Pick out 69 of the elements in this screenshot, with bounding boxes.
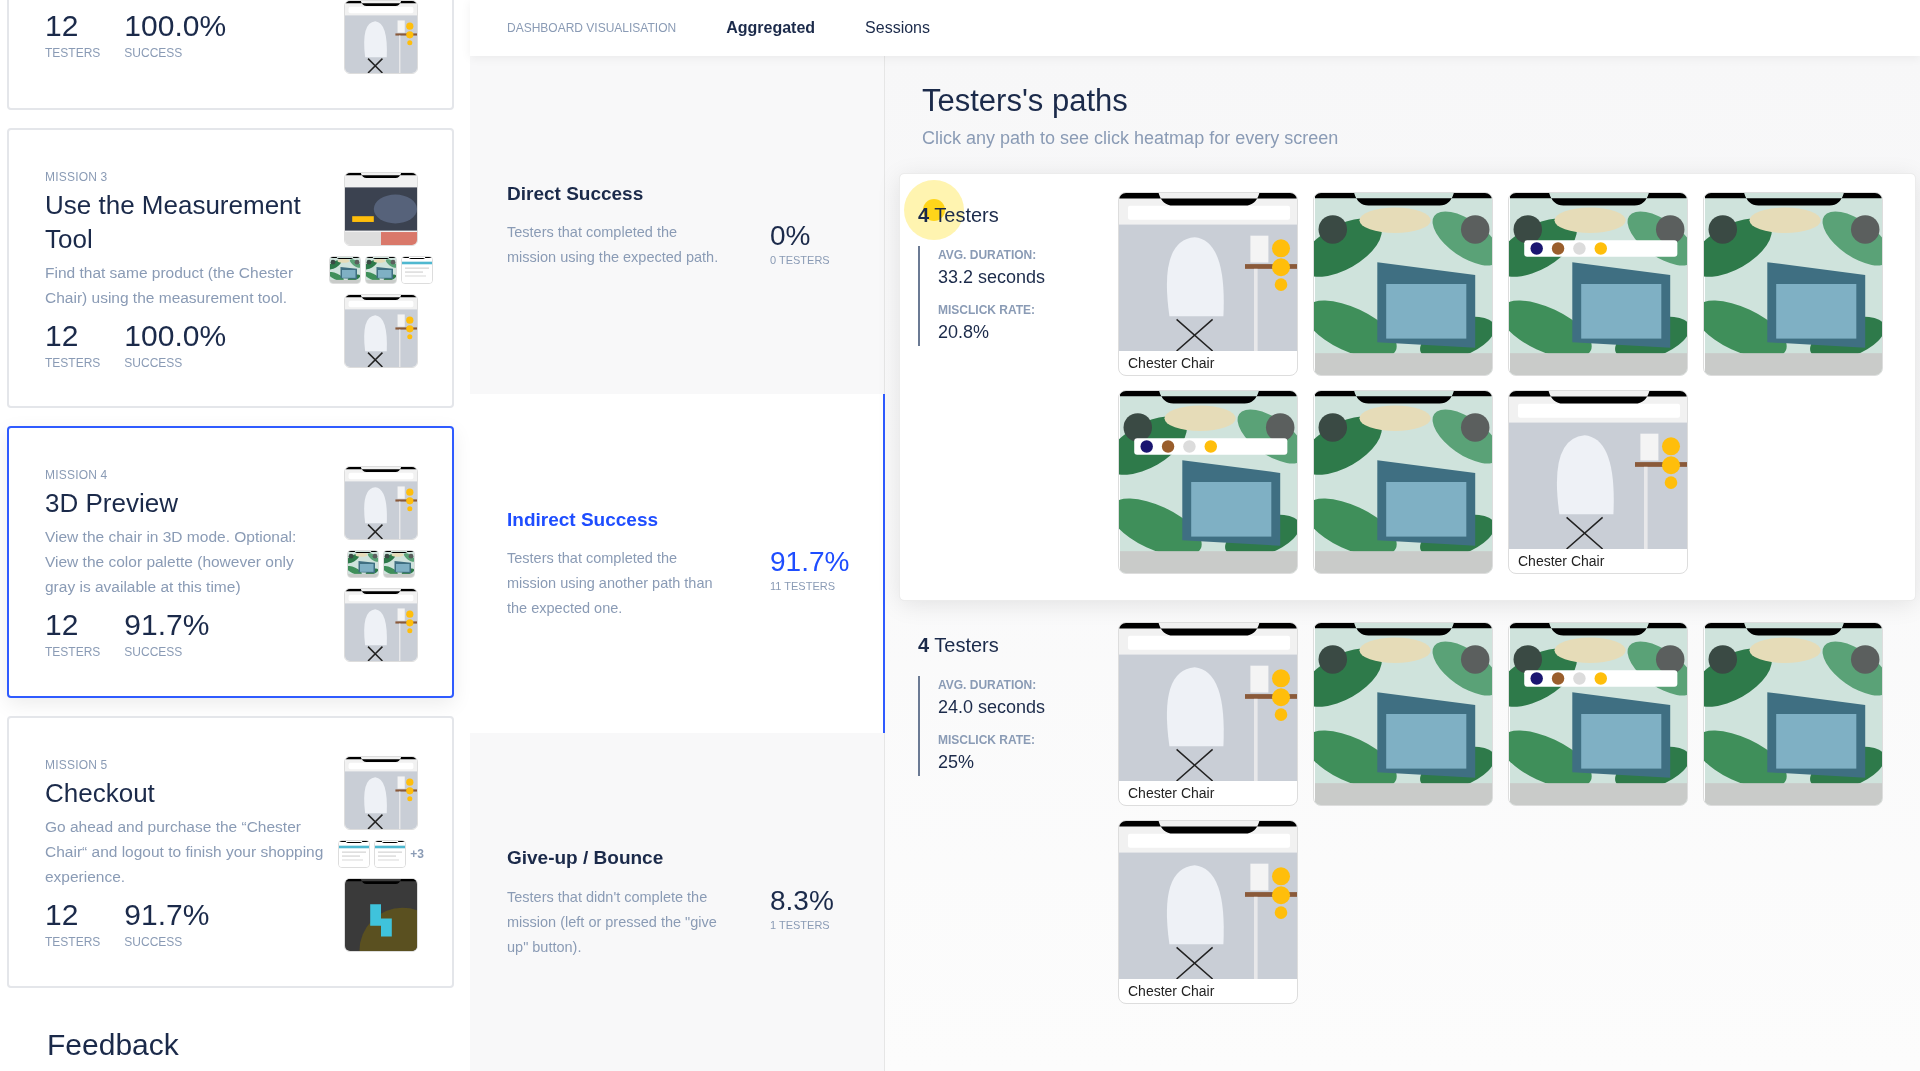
mission-label: MISSION 3 [45,169,109,186]
mission-title: Use the Measurement Tool [45,189,302,256]
outcome-panel[interactable]: Indirect Success Testers that completed the mission using another path than the expected one. 91.7% 11 TESTERS [470,394,885,733]
thumbnail-caption: Chester Chair [1127,783,1216,803]
stat-label: AVG. DURATION: [938,676,1038,694]
outcome-percent: 91.7% [770,546,850,579]
testers-label: TESTERS [45,45,101,62]
success-label: SUCCESS [124,45,184,62]
stat-value: 20.8% [938,320,991,344]
more-count: +3 [410,846,424,863]
mission-card[interactable]: MISSION 3 Use the Measurement Tool Find that same product (the Chester Chair) using the measurement tool. 12 TESTERS 100.0% SUCCESS [7,128,454,408]
mission-title: Checkout [45,777,156,810]
outcome-percent: 8.3% [770,884,834,917]
outcome-count: 0 TESTERS [770,253,830,269]
testers-count: 12 [45,318,80,354]
success-count: 91.7% [124,897,210,933]
outcome-title: Indirect Success [507,507,660,532]
thumbnail-caption: Chester Chair [1127,981,1216,1001]
testers-label: TESTERS [45,934,101,951]
success-label: SUCCESS [124,934,184,951]
group-title: 4 Testers [918,632,1000,658]
outcome-description: Testers that didn't complete the mission (left or pressed the "give up" button). [507,887,718,957]
stat-label: AVG. DURATION: [938,246,1038,264]
testers-count: 12 [45,897,80,933]
thumbnail-caption: Chester Chair [1517,551,1606,571]
testers-label: TESTERS [45,355,101,372]
stat-label: MISCLICK RATE: [938,301,1037,319]
nav-tab[interactable]: Sessions [865,16,930,40]
outcome-count: 1 TESTERS [770,917,831,933]
screen-thumbnail[interactable]: Chester Chair [1118,621,1298,806]
mission-card[interactable]: MISSION 5 Checkout Go ahead and purchase the “Chester Chair“ and logout to finish your shopping experience. 12 TESTERS 91.7% SUCCESS +3 [7,716,454,988]
mission-description: Go ahead and purchase the “Chester Chair“ and logout to finish your shopping experience. [45,817,325,887]
outcome-panel[interactable]: Give-up / Bounce Testers that didn't complete the mission (left or pressed the "give up" button). 8.3% 1 TESTERS [470,732,885,1071]
mission-label: MISSION 4 [45,467,109,484]
stat-value: 33.2 seconds [938,265,1047,289]
outcome-title: Give-up / Bounce [507,846,665,871]
testers-count: 12 [45,607,80,643]
path-group[interactable]: 4 Testers AVG. DURATION: 24.0 seconds MISCLICK RATE: 25% Chester Chair Chester Chair [900,603,1915,1030]
success-count: 100.0% [124,318,227,354]
mission-label: MISSION 5 [45,757,109,774]
mission-description: View the chair in 3D mode. Optional: View the color palette (however only gray is available at this time) [45,527,298,597]
mission-card[interactable]: 12 TESTERS 100.0% SUCCESS [7,0,454,110]
testers-count: 12 [45,8,80,44]
mission-card[interactable]: MISSION 4 3D Preview View the chair in 3D mode. Optional: View the color palette (however only gray is available at this time) 12 TESTERS 91.7% SUCCESS [7,426,454,698]
stat-value: 25% [938,750,976,774]
outcome-description: Testers that completed the mission using another path than the expected one. [507,549,714,619]
screen-thumbnail[interactable]: Chester Chair [1118,191,1298,376]
section-heading: Feedback [46,1027,180,1063]
success-label: SUCCESS [124,644,184,661]
outcome-panel[interactable]: Direct Success Testers that completed the mission using the expected path. 0% 0 TESTERS [470,56,885,395]
nav-tab[interactable]: Aggregated [726,16,816,40]
success-count: 91.7% [124,607,210,643]
paths-subtitle: Click any path to see click heatmap for every screen [921,126,1340,150]
thumbnail-caption: Chester Chair [1127,353,1216,373]
success-label: SUCCESS [124,355,184,372]
screen-thumbnail[interactable]: Chester Chair [1508,389,1688,574]
outcome-description: Testers that completed the mission using the expected path. [507,223,720,268]
outcome-percent: 0% [770,220,812,253]
success-count: 100.0% [124,8,227,44]
stat-label: MISCLICK RATE: [938,731,1037,749]
mission-title: 3D Preview [45,487,179,520]
stat-value: 24.0 seconds [938,695,1047,719]
paths-title: Testers's paths [921,82,1129,120]
testers-label: TESTERS [45,644,101,661]
nav-title: DASHBOARD VISUALISATION [507,20,677,37]
outcome-title: Direct Success [507,181,645,206]
mission-description: Find that same product (the Chester Chair) using the measurement tool. [45,263,295,308]
screen-thumbnail[interactable]: Chester Chair [1118,819,1298,1004]
outcome-count: 11 TESTERS [770,579,836,595]
